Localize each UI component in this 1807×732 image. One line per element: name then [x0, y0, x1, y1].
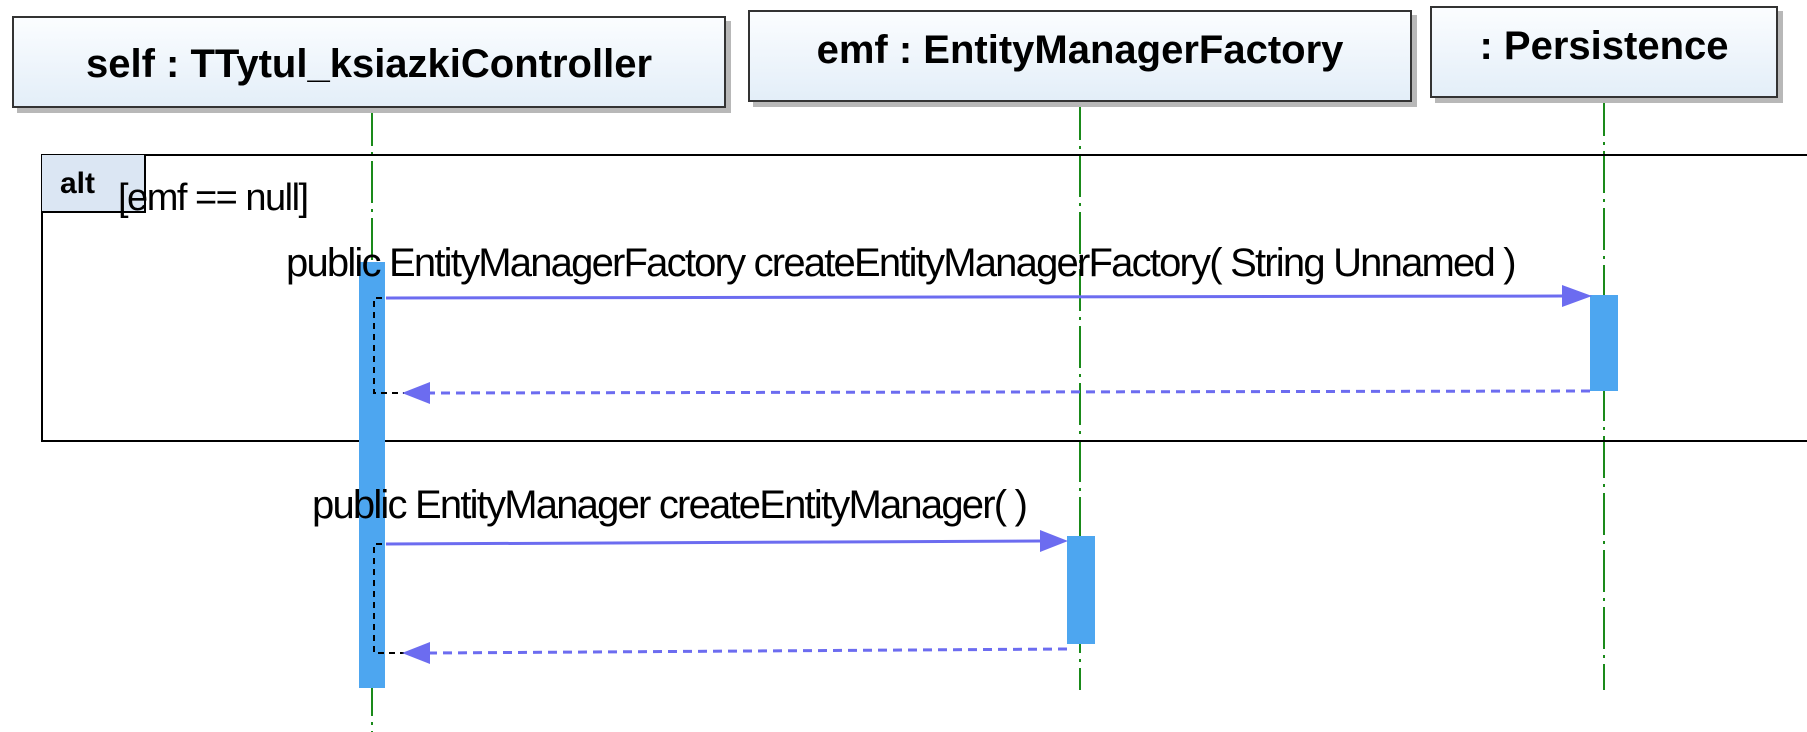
lifeline-label-emf: emf : EntityManagerFactory [816, 27, 1344, 72]
activation-emf [1067, 536, 1095, 644]
lifeline-header-controller[interactable]: self : TTytul_ksiazkiController [12, 16, 726, 108]
message-1-line [385, 294, 1563, 300]
message-1-label[interactable]: public EntityManagerFactory createEntity… [286, 241, 1517, 286]
return-1-line [429, 389, 1591, 395]
message-2-arrowhead [1040, 530, 1068, 552]
diagram-graphics [41, 94, 1807, 732]
activation-controller [359, 262, 385, 688]
return-2-line [429, 647, 1068, 655]
alt-guard-condition: [emf == null] [118, 177, 309, 219]
sequence-diagram: self : TTytul_ksiazkiController emf : En… [0, 0, 1807, 732]
return-2-arrowhead [402, 642, 430, 664]
lifeline-label-controller: self : TTytul_ksiazkiController [85, 41, 653, 86]
return-1-arrowhead [402, 382, 430, 404]
lifeline-label-persistence: : Persistence [1479, 23, 1729, 68]
activation-persistence [1590, 295, 1618, 391]
message-2-line [385, 539, 1041, 546]
lifeline-header-persistence[interactable]: : Persistence [1430, 6, 1778, 98]
lifeline-header-emf[interactable]: emf : EntityManagerFactory [748, 10, 1412, 102]
message-2-label[interactable]: public EntityManager createEntityManager… [312, 483, 1028, 528]
message-1-arrowhead [1562, 285, 1592, 307]
